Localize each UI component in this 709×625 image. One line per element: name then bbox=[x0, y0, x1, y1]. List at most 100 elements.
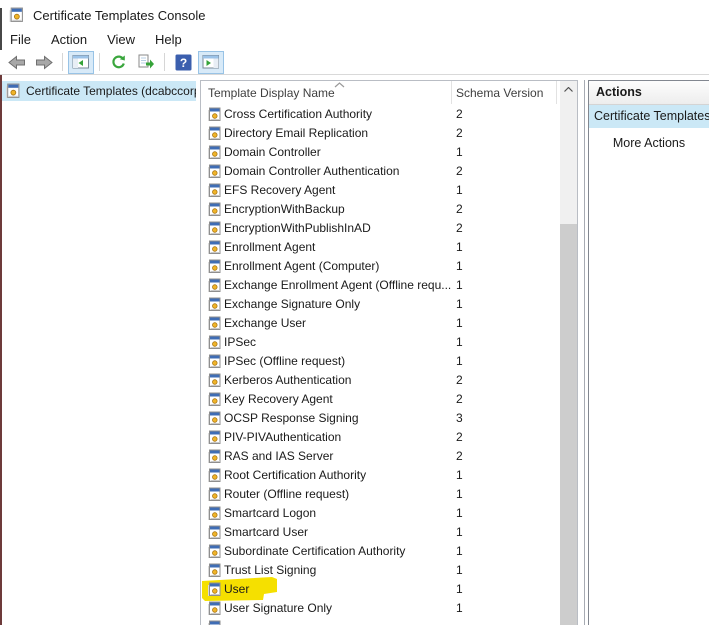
list-row[interactable]: Trust List Signing 1 bbox=[201, 561, 559, 580]
export-list-button[interactable] bbox=[133, 51, 159, 74]
template-name: Directory Email Replication bbox=[224, 124, 368, 143]
show-hide-console-tree-button[interactable] bbox=[68, 51, 94, 74]
template-list-pane: Template Display Name Schema Version Cro… bbox=[200, 80, 578, 625]
svg-text:?: ? bbox=[179, 55, 186, 69]
certificate-template-icon bbox=[207, 449, 221, 464]
list-row[interactable]: EFS Recovery Agent 1 bbox=[201, 181, 559, 200]
template-name: Router (Offline request) bbox=[224, 485, 349, 504]
list-row[interactable]: Exchange Enrollment Agent (Offline requ.… bbox=[201, 276, 559, 295]
schema-version: 1 bbox=[456, 352, 463, 371]
refresh-icon bbox=[110, 54, 127, 70]
schema-version: 2 bbox=[456, 105, 463, 124]
menu-action[interactable]: Action bbox=[41, 30, 97, 50]
list-row[interactable]: Directory Email Replication 2 bbox=[201, 124, 559, 143]
list-row[interactable]: Exchange User 1 bbox=[201, 314, 559, 333]
certificate-template-icon bbox=[207, 183, 221, 198]
back-button[interactable] bbox=[3, 51, 29, 74]
certificate-template-icon bbox=[207, 335, 221, 350]
list-row[interactable]: Root Certification Authority 1 bbox=[201, 466, 559, 485]
certificate-template-icon bbox=[207, 126, 221, 141]
schema-version: 2 bbox=[456, 447, 463, 466]
template-name: IPSec bbox=[224, 333, 256, 352]
schema-version: 1 bbox=[456, 143, 463, 162]
certificate-template-icon bbox=[207, 411, 221, 426]
list-row[interactable]: Smartcard Logon 1 bbox=[201, 504, 559, 523]
schema-version: 1 bbox=[456, 314, 463, 333]
template-name: OCSP Response Signing bbox=[224, 409, 359, 428]
chevron-up-icon bbox=[564, 87, 573, 92]
list-row[interactable]: Exchange Signature Only 1 bbox=[201, 295, 559, 314]
template-name: Exchange Signature Only bbox=[224, 295, 360, 314]
list-row[interactable]: User 1 bbox=[201, 580, 559, 599]
column-header-template-display-name[interactable]: Template Display Name bbox=[208, 81, 335, 105]
template-name: Enrollment Agent bbox=[224, 238, 315, 257]
schema-version: 1 bbox=[456, 580, 463, 599]
template-name: Cross Certification Authority bbox=[224, 105, 372, 124]
column-header-schema-version[interactable]: Schema Version bbox=[456, 81, 543, 105]
list-row[interactable]: Cross Certification Authority 2 bbox=[201, 105, 559, 124]
certificate-template-icon bbox=[207, 354, 221, 369]
export-list-icon bbox=[137, 54, 155, 70]
scroll-up-button[interactable] bbox=[560, 81, 577, 98]
schema-version: 1 bbox=[456, 257, 463, 276]
certificate-template-icon bbox=[207, 544, 221, 559]
sort-ascending-icon bbox=[334, 82, 345, 88]
list-row[interactable]: IPSec (Offline request) 1 bbox=[201, 352, 559, 371]
tree-item-label: Certificate Templates (dcabccorp bbox=[26, 84, 196, 98]
schema-version: 3 bbox=[456, 409, 463, 428]
list-row[interactable]: Key Recovery Agent 2 bbox=[201, 390, 559, 409]
show-hide-action-pane-button[interactable] bbox=[198, 51, 224, 74]
vertical-scrollbar[interactable] bbox=[560, 81, 577, 625]
certificate-template-icon bbox=[207, 221, 221, 236]
template-name: Subordinate Certification Authority bbox=[224, 542, 405, 561]
list-row[interactable]: Smartcard User 1 bbox=[201, 523, 559, 542]
schema-version: 2 bbox=[456, 200, 463, 219]
menu-view[interactable]: View bbox=[97, 30, 145, 50]
list-row[interactable]: PIV-PIVAuthentication 2 bbox=[201, 428, 559, 447]
template-name: User bbox=[224, 580, 249, 599]
template-name: Domain Controller Authentication bbox=[224, 162, 399, 181]
certificate-template-icon bbox=[207, 430, 221, 445]
schema-version: 1 bbox=[456, 523, 463, 542]
certificate-template-icon bbox=[207, 392, 221, 407]
tree-item-certificate-templates[interactable]: Certificate Templates (dcabccorp bbox=[2, 81, 196, 101]
forward-button[interactable] bbox=[31, 51, 57, 74]
list-row[interactable]: EncryptionWithPublishInAD 2 bbox=[201, 219, 559, 238]
list-row[interactable]: RAS and IAS Server 2 bbox=[201, 447, 559, 466]
list-row[interactable]: OCSP Response Signing 3 bbox=[201, 409, 559, 428]
schema-version: 1 bbox=[456, 466, 463, 485]
list-row[interactable]: Enrollment Agent 1 bbox=[201, 238, 559, 257]
list-row[interactable]: Domain Controller 1 bbox=[201, 143, 559, 162]
list-row[interactable]: Subordinate Certification Authority 1 bbox=[201, 542, 559, 561]
list-header: Template Display Name Schema Version bbox=[201, 81, 577, 104]
more-actions-button[interactable]: More Actions bbox=[589, 133, 709, 153]
pane-divider bbox=[584, 80, 585, 625]
list-row[interactable]: Domain Controller Authentication 2 bbox=[201, 162, 559, 181]
column-divider[interactable] bbox=[556, 81, 557, 104]
certificate-template-icon bbox=[207, 316, 221, 331]
certificate-template-icon bbox=[207, 373, 221, 388]
list-row[interactable]: IPSec 1 bbox=[201, 333, 559, 352]
template-name: Domain Controller bbox=[224, 143, 321, 162]
scrollbar-thumb[interactable] bbox=[560, 224, 577, 625]
menu-file[interactable]: File bbox=[0, 30, 41, 50]
template-name: EFS Recovery Agent bbox=[224, 181, 335, 200]
list-row[interactable]: EncryptionWithBackup 2 bbox=[201, 200, 559, 219]
list-row[interactable]: Router (Offline request) 1 bbox=[201, 485, 559, 504]
help-button[interactable]: ? bbox=[170, 51, 196, 74]
menu-help[interactable]: Help bbox=[145, 30, 192, 50]
column-divider[interactable] bbox=[451, 81, 452, 104]
schema-version: 1 bbox=[456, 333, 463, 352]
actions-pane-title: Actions bbox=[589, 81, 709, 105]
console-app-icon bbox=[8, 7, 24, 23]
certificate-template-icon bbox=[207, 563, 221, 578]
certificate-template-icon bbox=[207, 164, 221, 179]
list-row[interactable] bbox=[201, 618, 559, 625]
list-row[interactable]: Kerberos Authentication 2 bbox=[201, 371, 559, 390]
refresh-button[interactable] bbox=[105, 51, 131, 74]
schema-version: 2 bbox=[456, 390, 463, 409]
certificate-template-icon bbox=[207, 297, 221, 312]
schema-version: 1 bbox=[456, 504, 463, 523]
list-row[interactable]: Enrollment Agent (Computer) 1 bbox=[201, 257, 559, 276]
list-row[interactable]: User Signature Only 1 bbox=[201, 599, 559, 618]
